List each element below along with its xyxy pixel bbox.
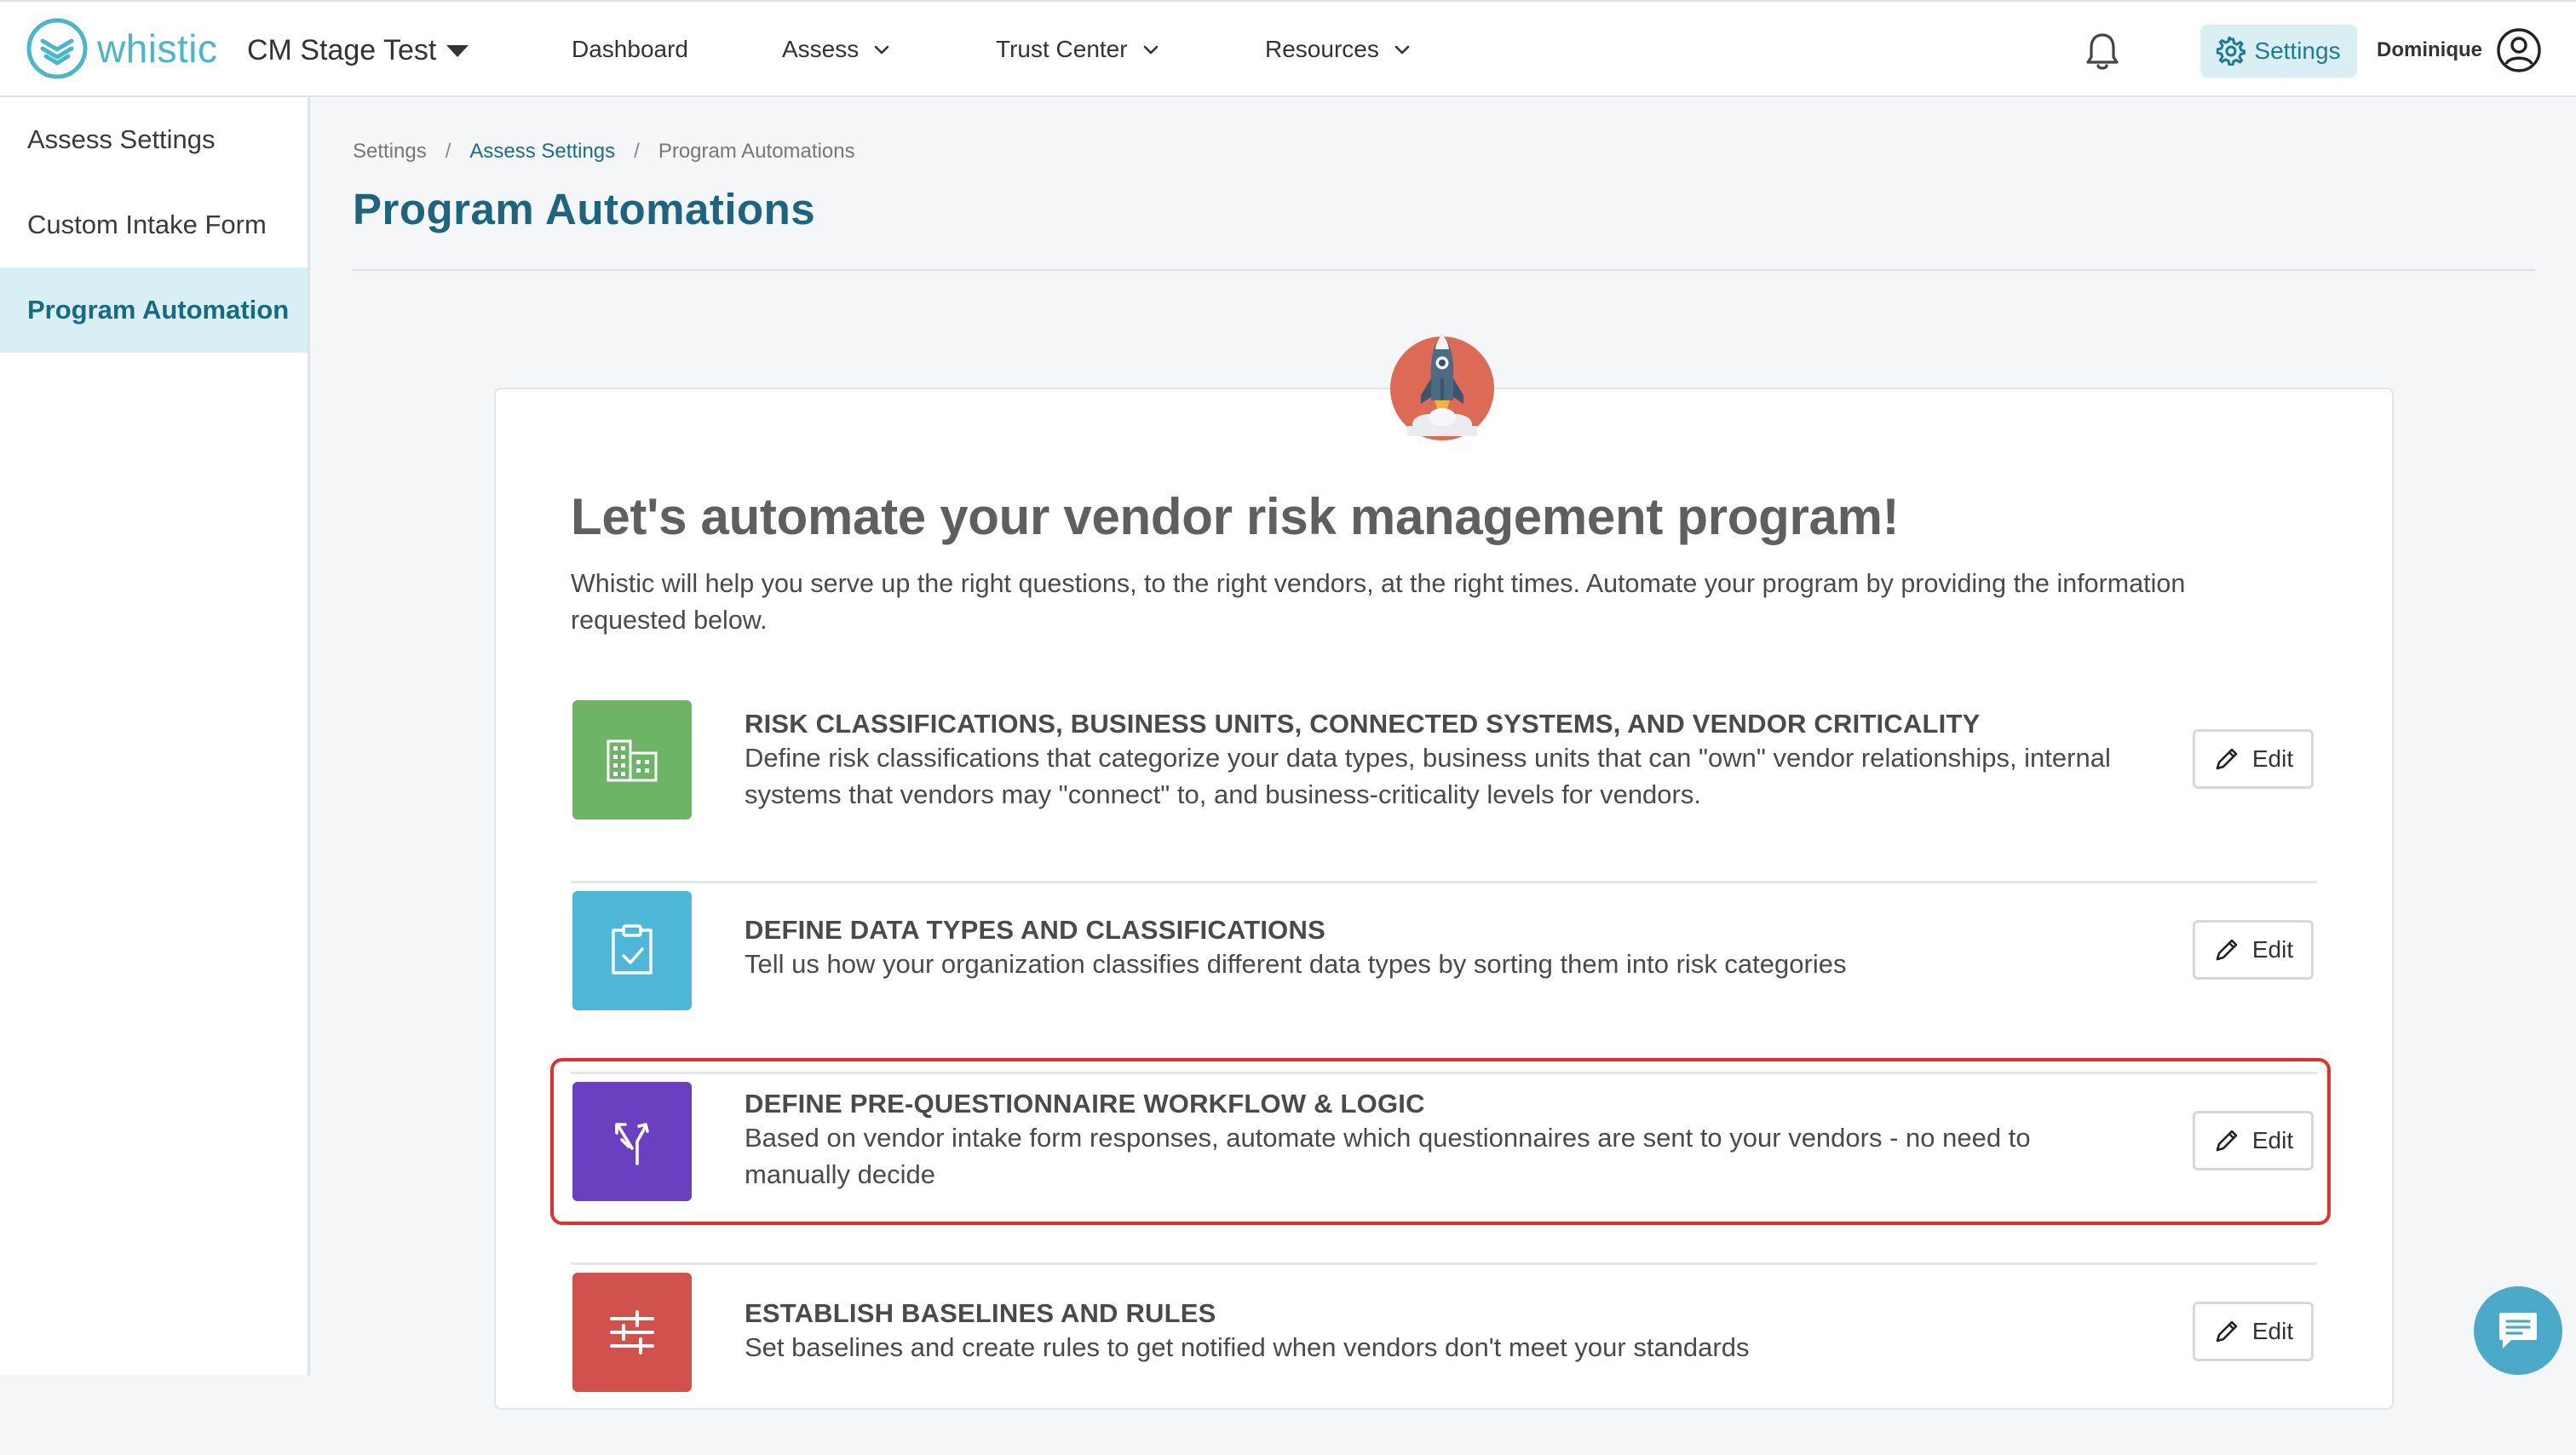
sliders-icon xyxy=(610,1310,654,1354)
breadcrumb-assess-settings[interactable]: Assess Settings xyxy=(469,140,615,164)
caret-down-icon xyxy=(446,44,469,57)
automation-item: ESTABLISH BASELINES AND RULES Set baseli… xyxy=(571,1264,2317,1455)
user-avatar-icon xyxy=(2497,28,2541,72)
sidebar-item-label: Custom Intake Form xyxy=(27,210,267,239)
item-heading: RISK CLASSIFICATIONS, BUSINESS UNITS, CO… xyxy=(745,709,1981,739)
pencil-icon xyxy=(2216,1130,2238,1152)
nav-dashboard-label: Dashboard xyxy=(572,36,688,62)
item-heading: DEFINE PRE-QUESTIONNAIRE WORKFLOW & LOGI… xyxy=(745,1089,1425,1119)
nav-trust-center-label: Trust Center xyxy=(996,36,1128,62)
breadcrumb-separator: / xyxy=(445,140,451,163)
pencil-icon xyxy=(2216,748,2238,770)
nav-resources-label: Resources xyxy=(1265,36,1379,62)
chevron-down-icon xyxy=(1394,45,1410,55)
sidebar-item-program-automation[interactable]: Program Automation xyxy=(0,267,308,353)
user-menu[interactable]: Dominique xyxy=(2377,27,2542,73)
nav-trust-center[interactable]: Trust Center xyxy=(996,36,1160,63)
breadcrumb: Settings / Assess Settings / Program Aut… xyxy=(353,140,855,164)
whistic-logo-icon xyxy=(26,18,88,79)
automation-item: DEFINE DATA TYPES AND CLASSIFICATIONS Te… xyxy=(571,883,2317,1074)
pencil-icon xyxy=(2216,939,2238,961)
chevron-down-icon xyxy=(1143,45,1158,55)
edit-button[interactable]: Edit xyxy=(2193,1111,2314,1170)
user-name: Dominique xyxy=(2377,38,2482,61)
item-heading: ESTABLISH BASELINES AND RULES xyxy=(745,1298,1216,1328)
breadcrumb-separator: / xyxy=(634,140,640,163)
notification-bell-icon[interactable] xyxy=(2084,31,2121,72)
nav-dashboard[interactable]: Dashboard xyxy=(572,36,688,63)
nav-assess[interactable]: Assess xyxy=(782,36,891,63)
nav-resources[interactable]: Resources xyxy=(1265,36,1412,63)
item-description: Set baselines and create rules to get no… xyxy=(745,1332,1750,1362)
header-divider xyxy=(353,269,2535,271)
workflow-logic-tile xyxy=(572,1082,692,1201)
edit-label: Edit xyxy=(2251,745,2294,772)
pencil-icon xyxy=(2216,1320,2238,1343)
risk-classifications-tile xyxy=(572,700,692,820)
baselines-rules-tile xyxy=(572,1273,692,1392)
hero-title: Let's automate your vendor risk manageme… xyxy=(571,488,1900,545)
sidebar-item-label: Program Automation xyxy=(27,295,290,325)
sidebar-item-label: Assess Settings xyxy=(27,124,216,154)
page-title: Program Automations xyxy=(353,185,816,233)
edit-label: Edit xyxy=(2251,1318,2294,1344)
brand-name: whistic xyxy=(97,26,218,71)
item-description: Define risk classifications that categor… xyxy=(745,743,2111,809)
data-types-tile xyxy=(572,891,692,1010)
settings-button[interactable]: Settings xyxy=(2200,25,2357,78)
automation-item: RISK CLASSIFICATIONS, BUSINESS UNITS, CO… xyxy=(571,692,2317,883)
nav-assess-label: Assess xyxy=(782,36,860,62)
edit-button[interactable]: Edit xyxy=(2193,729,2314,789)
hero-subtitle: Whistic will help you serve up the right… xyxy=(571,569,2186,635)
edit-button[interactable]: Edit xyxy=(2193,1302,2314,1361)
settings-label: Settings xyxy=(2254,37,2341,64)
breadcrumb-settings[interactable]: Settings xyxy=(353,140,427,164)
automation-item: DEFINE PRE-QUESTIONNAIRE WORKFLOW & LOGI… xyxy=(571,1073,2317,1265)
org-switcher[interactable]: CM Stage Test xyxy=(247,34,469,67)
sidebar-item-assess-settings[interactable]: Assess Settings xyxy=(0,97,308,182)
item-heading: DEFINE DATA TYPES AND CLASSIFICATIONS xyxy=(745,915,1325,945)
item-description: Tell us how your organization classifies… xyxy=(745,949,1847,979)
chat-widget-button[interactable] xyxy=(2474,1286,2562,1375)
building-icon xyxy=(607,739,658,782)
edit-label: Edit xyxy=(2251,1127,2294,1153)
chevron-down-icon xyxy=(874,45,889,55)
org-name: CM Stage Test xyxy=(247,34,437,66)
edit-button[interactable]: Edit xyxy=(2193,920,2314,980)
top-navigation-bar: whistic CM Stage Test Dashboard Assess T… xyxy=(0,0,2576,97)
settings-sidebar: Assess Settings Custom Intake Form Progr… xyxy=(0,97,310,1375)
clipboard-check-icon xyxy=(612,924,653,975)
breadcrumb-current: Program Automations xyxy=(658,140,855,163)
chat-bubble-icon xyxy=(2499,1313,2537,1349)
gear-icon xyxy=(2217,37,2246,66)
sidebar-item-custom-intake-form[interactable]: Custom Intake Form xyxy=(0,182,308,267)
whistic-logo[interactable]: whistic xyxy=(26,17,218,80)
rocket-icon xyxy=(1390,334,1494,440)
branch-arrows-icon xyxy=(615,1123,649,1165)
edit-label: Edit xyxy=(2251,936,2294,963)
item-description: Based on vendor intake form responses, a… xyxy=(745,1123,2031,1189)
